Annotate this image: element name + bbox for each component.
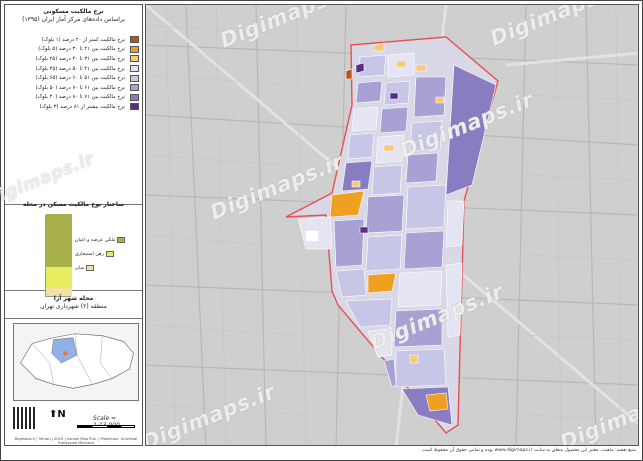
neighborhood-location-marker [63, 351, 68, 356]
legend-item: نرخ مالکیت بین ۶۱ تا ۷۰ درصد (۵۰ بلوک) [9, 83, 139, 93]
tenure-legend-swatch [117, 237, 126, 243]
tenure-legend-item: ملکی عرصه و اعیان [75, 237, 126, 243]
tenure-legend-label: سایر [75, 265, 85, 271]
tenure-legend-item: سایر [75, 265, 95, 271]
legend-item: نرخ مالکیت بین ۵۱ تا ۶۰ درصد (۶۵ بلوک) [9, 73, 139, 83]
tenure-legend-item: رهن استیجاری [75, 251, 114, 257]
tenure-legend-label: رهن استیجاری [75, 251, 104, 257]
legend-swatch [130, 36, 139, 44]
locator-map [13, 323, 139, 401]
legend-label: نرخ مالکیت بین ۶۱ تا ۷۰ درصد (۵۰ بلوک) [35, 84, 125, 91]
legend-swatch [130, 74, 139, 82]
legend-label: نرخ مالکیت کمتر از ۲۰ درصد (۱ بلوک) [41, 36, 125, 43]
legend-swatch [130, 103, 139, 111]
credit-line: Digimaps.ir | Tehran | 2019 | Iranian Ma… [14, 437, 138, 445]
legend-item: نرخ مالکیت بین ۳۱ تا ۴۰ درصد (۲۵ بلوک) [9, 54, 139, 64]
tenure-stacked-bar [45, 214, 72, 297]
legend-label: نرخ مالکیت بیشتر از ۸۱ درصد (۳ بلوک) [39, 103, 125, 110]
tenure-bar-segment [46, 267, 72, 288]
legend-swatch [130, 93, 139, 101]
tenure-legend-label: ملکی عرصه و اعیان [75, 237, 116, 243]
legend-swatch [130, 84, 139, 92]
legend-label: نرخ مالکیت بین ۵۱ تا ۶۰ درصد (۶۵ بلوک) [35, 75, 125, 82]
tehran-outline [20, 333, 134, 389]
footer-note: منبع نقشه: ماهیت. معتبر این محصول متعلق … [421, 448, 636, 453]
legend-label: نرخ مالکیت بین ۴۱ تا ۵۰ درصد (۴۵ بلوک) [35, 65, 125, 72]
location-block: محله شهر آرا منطقه (۲) شهرداری تهران [5, 291, 142, 319]
map-canvas [146, 5, 638, 445]
legend-list: نرخ مالکیت کمتر از ۲۰ درصد (۱ بلوک) نرخ م… [9, 35, 139, 112]
legend-swatch [130, 45, 139, 53]
legend-item: نرخ مالکیت بین ۴۱ تا ۵۰ درصد (۴۵ بلوک) [9, 64, 139, 74]
tenure-legend-swatch [86, 265, 95, 271]
tenure-chart-block: ساختار نوع مالکیت مسکن در محله [5, 201, 142, 291]
neighborhood-name: محله شهر آرا [53, 295, 94, 302]
legend-item: نرخ مالکیت بین ۲۱ تا ۳۰ درصد (۵ بلوک) [9, 45, 139, 55]
district-name: منطقه (۲) شهرداری تهران [40, 303, 107, 310]
north-arrow-icon: ⬆N [49, 409, 66, 420]
legend-swatch [130, 65, 139, 73]
legend-item: نرخ مالکیت کمتر از ۲۰ درصد (۱ بلوک) [9, 35, 139, 45]
qr-code [13, 407, 35, 429]
legend-subtitle: براساس داده‌های مرکز آمار ایران (۱۳۹۵) [22, 16, 125, 23]
legend-title: نرخ مالکیت مسکونی [43, 8, 104, 15]
legend-label: نرخ مالکیت بین ۲۱ تا ۳۰ درصد (۵ بلوک) [38, 46, 125, 53]
tenure-bar-segment [46, 214, 72, 268]
tenure-chart-title: ساختار نوع مالکیت مسکن در محله [22, 201, 125, 208]
legend-item: نرخ مالکیت بیشتر از ۸۱ درصد (۳ بلوک) [9, 102, 139, 112]
legend-item: نرخ مالکیت بین ۷۱ تا ۸۰ درصد (۴۰ بلوک) [9, 93, 139, 103]
tenure-legend-swatch [105, 251, 114, 257]
scale-bar [77, 425, 135, 428]
legend-label: نرخ مالکیت بین ۷۱ تا ۸۰ درصد (۴۰ بلوک) [35, 94, 125, 101]
legend-swatch [130, 55, 139, 63]
main-map[interactable]: Digimaps.ir Digimaps.ir Digimaps.ir Digi… [145, 4, 639, 446]
legend-label: نرخ مالکیت بین ۳۱ تا ۴۰ درصد (۲۵ بلوک) [35, 55, 125, 62]
legend-panel: نرخ مالکیت مسکونی براساس داده‌های مرکز آ… [4, 4, 143, 446]
